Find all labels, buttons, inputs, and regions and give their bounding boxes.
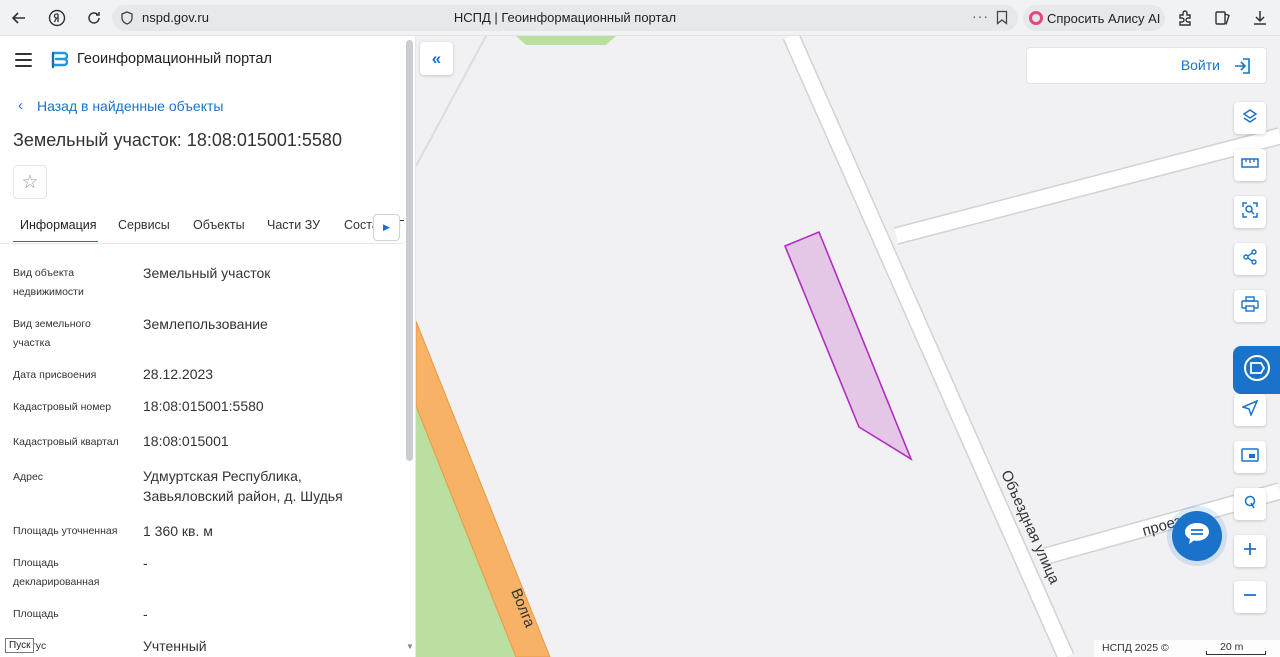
caret-right-icon: ▶ — [383, 222, 390, 232]
zoom-in-button[interactable] — [1234, 535, 1266, 567]
ask-alice-button[interactable]: Спросить Алису AI — [1023, 5, 1165, 31]
park-area — [516, 36, 616, 45]
prop-label: Площадь — [13, 608, 59, 620]
chevron-left-icon: ‹ — [18, 97, 23, 114]
back-to-results-link[interactable]: ‹ Назад в найденные объекты — [18, 97, 223, 114]
navigation-arrow-icon — [1240, 399, 1259, 421]
page-title: НСПД | Геоинформационный портал — [453, 10, 677, 25]
browser-toolbar: nspd.gov.ru НСПД | Геоинформационный пор… — [0, 0, 1280, 36]
prop-value: Землепользование — [143, 316, 268, 332]
info-tabs: Информация Сервисы Объекты Части ЗУ Сост… — [0, 206, 404, 244]
copyright-text: НСПД 2025 © — [1102, 642, 1169, 654]
collapse-panel-button[interactable]: « — [420, 42, 453, 75]
address-bar[interactable]: nspd.gov.ru НСПД | Геоинформационный пор… — [112, 5, 1018, 31]
zoom-out-button[interactable] — [1234, 581, 1266, 613]
login-icon — [1233, 57, 1251, 80]
prop-value: 18:08:015001:5580 — [143, 398, 264, 414]
extensions-icon[interactable] — [1176, 8, 1196, 28]
collections-icon[interactable] — [1213, 8, 1233, 28]
prop-value: Учтенный — [143, 638, 207, 654]
tab-information[interactable]: Информация — [20, 218, 97, 232]
scale-bar — [1206, 651, 1266, 655]
tab-objects[interactable]: Объекты — [193, 218, 245, 232]
prop-value: 1 360 кв. м — [143, 523, 213, 539]
layers-icon — [1242, 108, 1258, 129]
prop-label: Адрес — [13, 471, 44, 483]
map-canvas[interactable]: Объездная улица Волга проезд — [416, 36, 1280, 657]
download-icon[interactable] — [1250, 8, 1270, 28]
prop-label: Площадь декларированная — [13, 557, 100, 588]
prop-value: Удмуртская Республика, Завьяловский райо… — [143, 468, 343, 504]
prop-label: Кадастровый номер — [13, 401, 112, 413]
layers-button[interactable] — [1234, 102, 1266, 134]
active-tab-indicator — [13, 241, 98, 242]
tabs-scroll-right-button[interactable]: ▶ — [373, 214, 400, 241]
alice-label: Спросить Алису AI — [1047, 10, 1161, 26]
reload-icon[interactable] — [82, 6, 106, 30]
ruler-icon — [1241, 156, 1259, 174]
minimap-button[interactable] — [1234, 441, 1266, 473]
alice-icon — [1029, 11, 1043, 25]
login-label: Войти — [1180, 57, 1220, 73]
location-search-icon — [1242, 494, 1258, 515]
login-button[interactable]: Войти — [1026, 47, 1267, 84]
chat-icon — [1182, 521, 1212, 552]
panel-scrollbar[interactable] — [406, 40, 413, 461]
double-chevron-left-icon: « — [431, 48, 442, 68]
plus-icon — [1243, 542, 1257, 561]
star-icon: ☆ — [21, 171, 39, 193]
printer-icon — [1241, 295, 1259, 317]
back-label: Назад в найденные объекты — [37, 97, 224, 114]
minimap-icon — [1241, 447, 1259, 467]
yandex-icon[interactable] — [45, 6, 69, 30]
prop-value: 28.12.2023 — [143, 366, 214, 382]
object-title: Земельный участок: 18:08:015001:5580 — [13, 130, 342, 150]
favorite-star-button[interactable]: ☆ — [13, 165, 47, 199]
prop-value: 18:08:015001 — [143, 433, 229, 449]
map-svg: Объездная улица Волга проезд — [416, 36, 1280, 657]
prop-label: Кадастровый квартал — [13, 436, 119, 448]
back-arrow-icon[interactable] — [7, 6, 31, 30]
scroll-down-icon[interactable]: ▼ — [406, 642, 414, 651]
tab-services[interactable]: Сервисы — [118, 218, 170, 232]
upper-street — [894, 128, 1280, 244]
tooltip: Пуск — [5, 638, 35, 653]
prop-label: Дата присвоения — [13, 369, 97, 381]
share-button[interactable] — [1234, 243, 1266, 275]
menu-icon[interactable] — [15, 53, 32, 71]
prop-value: Земельный участок — [143, 265, 271, 281]
portal-logo-icon — [50, 50, 69, 75]
portal-title: Геоинформационный портал — [77, 51, 272, 67]
minus-icon — [1243, 588, 1257, 607]
select-area-button[interactable] — [1234, 196, 1266, 228]
search-location-button[interactable] — [1234, 488, 1266, 520]
feedback-icon — [1242, 353, 1272, 388]
select-area-icon — [1241, 201, 1259, 224]
prop-label: Вид объекта недвижимости — [13, 267, 84, 298]
map-footer: НСПД 2025 © 20 m — [1094, 640, 1280, 657]
tab-parts[interactable]: Части ЗУ — [267, 218, 320, 232]
chat-button[interactable] — [1172, 511, 1222, 561]
print-button[interactable] — [1234, 290, 1266, 322]
feedback-button[interactable] — [1233, 346, 1280, 394]
prop-label: Площадь уточненная — [13, 525, 118, 537]
info-panel: Геоинформационный портал ‹ Назад в найде… — [0, 36, 416, 657]
bookmark-icon[interactable] — [996, 10, 1008, 30]
more-icon[interactable]: ··· — [972, 8, 989, 24]
measure-button[interactable] — [1234, 149, 1266, 181]
prop-value: - — [143, 555, 148, 571]
prop-value: - — [143, 606, 148, 622]
share-icon — [1242, 248, 1258, 270]
prop-label: Вид земельного участка — [13, 318, 91, 349]
geolocation-button[interactable] — [1234, 394, 1266, 426]
